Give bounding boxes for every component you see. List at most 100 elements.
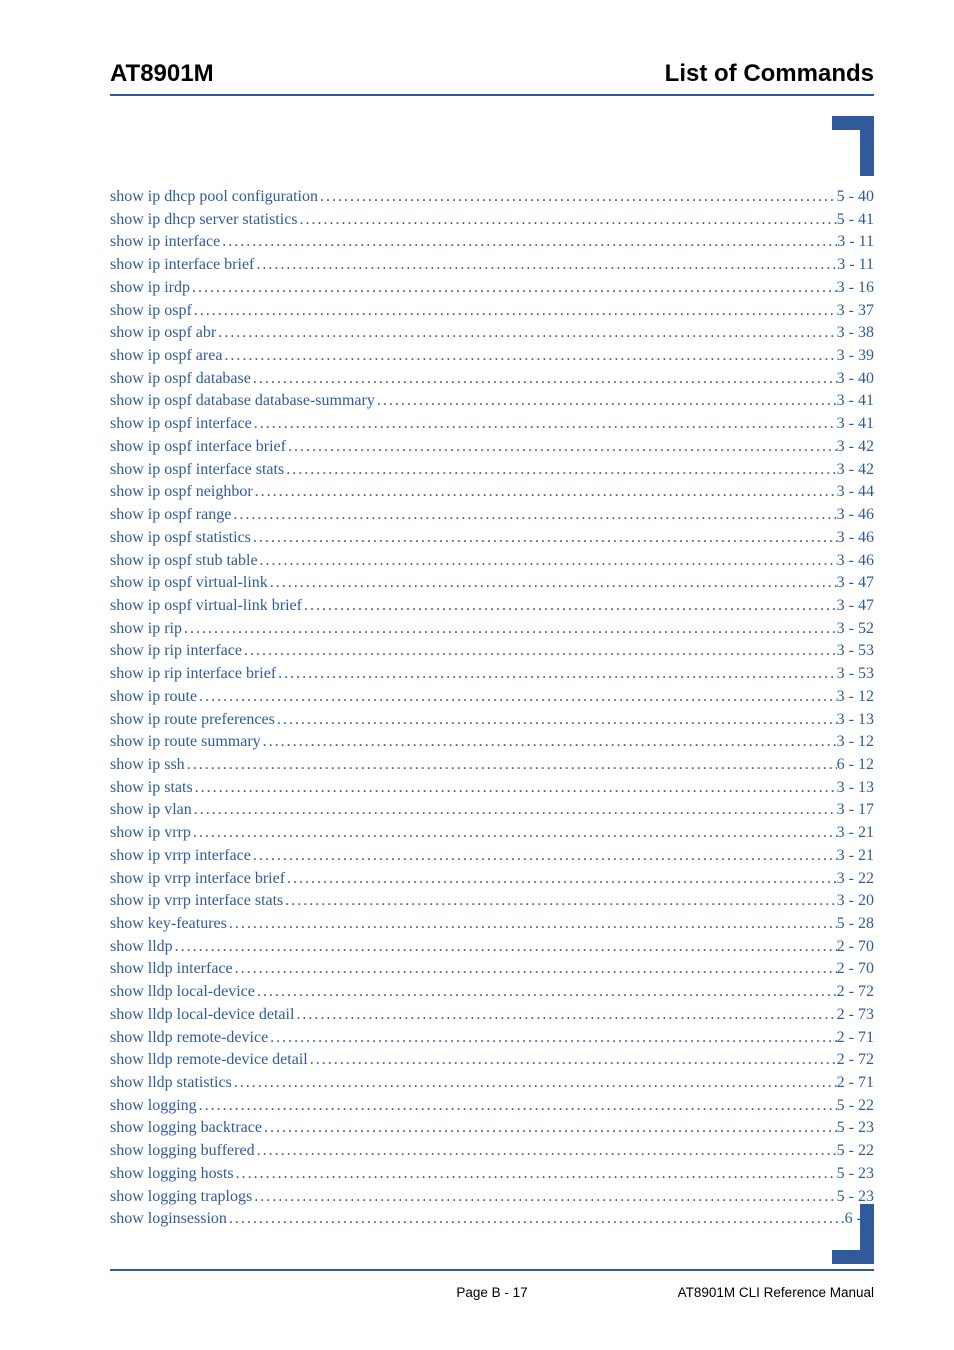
toc-entry-title[interactable]: show ip interface brief (110, 254, 254, 277)
toc-entry-page[interactable]: 3 - 16 (837, 277, 874, 300)
toc-entry-title[interactable]: show logging hosts (110, 1163, 234, 1186)
toc-entry-page[interactable]: 3 - 11 (837, 231, 874, 254)
toc-entry-title[interactable]: show ip vrrp interface stats (110, 890, 283, 913)
toc-entry-page[interactable]: 5 - 40 (837, 186, 874, 209)
toc-entry-title[interactable]: show ip route (110, 686, 197, 709)
toc-entry-title[interactable]: show lldp remote-device (110, 1027, 268, 1050)
toc-entry-title[interactable]: show ip stats (110, 777, 193, 800)
toc-entry-page[interactable]: 3 - 44 (837, 481, 874, 504)
toc-entry-page[interactable]: 2 - 71 (837, 1072, 874, 1095)
toc-entry-title[interactable]: show logging (110, 1095, 197, 1118)
toc-entry-title[interactable]: show ip dhcp pool configuration (110, 186, 318, 209)
toc-entry-page[interactable]: 3 - 21 (837, 845, 874, 868)
toc-entry-title[interactable]: show ip vrrp interface (110, 845, 251, 868)
toc-entry-page[interactable]: 3 - 42 (837, 436, 874, 459)
toc-entry-page[interactable]: 2 - 71 (837, 1027, 874, 1050)
toc-entry-page[interactable]: 5 - 22 (837, 1140, 874, 1163)
toc-entry-title[interactable]: show ip ospf interface brief (110, 436, 286, 459)
toc-entry-title[interactable]: show ip ospf stub table (110, 550, 258, 573)
toc-entry-page[interactable]: 3 - 38 (837, 322, 874, 345)
toc-entry-page[interactable]: 3 - 17 (837, 799, 874, 822)
toc-entry-page[interactable]: 2 - 70 (837, 958, 874, 981)
toc-entry-title[interactable]: show logging traplogs (110, 1186, 252, 1209)
toc-entry-page[interactable]: 3 - 42 (837, 459, 874, 482)
toc-leader-dots: ........................................… (222, 345, 836, 368)
toc-entry-title[interactable]: show ip ospf database database-summary (110, 390, 375, 413)
toc-entry-title[interactable]: show key-features (110, 913, 227, 936)
toc-entry-title[interactable]: show logging backtrace (110, 1117, 262, 1140)
toc-entry-page[interactable]: 3 - 40 (837, 368, 874, 391)
toc-entry-title[interactable]: show ip ospf area (110, 345, 222, 368)
toc-entry-page[interactable]: 3 - 47 (837, 595, 874, 618)
toc-entry-page[interactable]: 3 - 20 (837, 890, 874, 913)
toc-entry-title[interactable]: show ip ospf statistics (110, 527, 251, 550)
toc-row: show logging buffered ..................… (110, 1140, 874, 1163)
toc-entry-title[interactable]: show ip vrrp interface brief (110, 868, 285, 891)
toc-entry-page[interactable]: 3 - 46 (837, 527, 874, 550)
toc-entry-page[interactable]: 3 - 12 (837, 731, 874, 754)
toc-entry-title[interactable]: show ip route summary (110, 731, 261, 754)
toc-entry-title[interactable]: show ip dhcp server statistics (110, 209, 298, 232)
toc-entry-title[interactable]: show lldp local-device (110, 981, 255, 1004)
toc-entry-title[interactable]: show ip rip interface brief (110, 663, 276, 686)
toc-entry-page[interactable]: 3 - 22 (837, 868, 874, 891)
toc-entry-page[interactable]: 3 - 12 (837, 686, 874, 709)
toc-entry-title[interactable]: show ip ospf (110, 300, 192, 323)
toc-entry-title[interactable]: show ip interface (110, 231, 220, 254)
toc-entry-page[interactable]: 3 - 37 (837, 300, 874, 323)
toc-entry-title[interactable]: show ip ospf interface (110, 413, 252, 436)
toc-entry-page[interactable]: 3 - 52 (837, 618, 874, 641)
toc-entry-title[interactable]: show logging buffered (110, 1140, 255, 1163)
toc-entry-title[interactable]: show ip ospf range (110, 504, 231, 527)
toc-leader-dots: ........................................… (251, 527, 837, 550)
toc-entry-title[interactable]: show ip ospf abr (110, 322, 216, 345)
toc-row: show ip vrrp interface .................… (110, 845, 874, 868)
toc-entry-title[interactable]: show lldp interface (110, 958, 233, 981)
toc-entry-page[interactable]: 3 - 13 (837, 709, 874, 732)
toc-entry-page[interactable]: 3 - 39 (837, 345, 874, 368)
toc-entry-page[interactable]: 3 - 53 (837, 640, 874, 663)
toc-entry-page[interactable]: 3 - 46 (837, 504, 874, 527)
toc-entry-page[interactable]: 2 - 72 (837, 1049, 874, 1072)
toc-entry-title[interactable]: show ip rip interface (110, 640, 242, 663)
toc-row: show ip ospf neighbor ..................… (110, 481, 874, 504)
toc-entry-title[interactable]: show ip ssh (110, 754, 185, 777)
toc-entry-title[interactable]: show ip rip (110, 618, 182, 641)
toc-leader-dots: ........................................… (298, 209, 837, 232)
toc-entry-page[interactable]: 3 - 41 (837, 390, 874, 413)
toc-entry-title[interactable]: show lldp remote-device detail (110, 1049, 308, 1072)
toc-entry-title[interactable]: show ip ospf interface stats (110, 459, 284, 482)
toc-leader-dots: ........................................… (233, 958, 837, 981)
toc-entry-page[interactable]: 2 - 72 (837, 981, 874, 1004)
toc-entry-title[interactable]: show ip route preferences (110, 709, 275, 732)
toc-entry-page[interactable]: 3 - 21 (837, 822, 874, 845)
toc-entry-title[interactable]: show ip ospf database (110, 368, 251, 391)
toc-entry-title[interactable]: show ip vrrp (110, 822, 191, 845)
toc-entry-page[interactable]: 3 - 53 (837, 663, 874, 686)
toc-entry-title[interactable]: show ip ospf neighbor (110, 481, 253, 504)
toc-entry-page[interactable]: 6 - 12 (837, 754, 874, 777)
toc-entry-title[interactable]: show ip vlan (110, 799, 192, 822)
toc-entry-page[interactable]: 5 - 41 (837, 209, 874, 232)
toc-entry-page[interactable]: 5 - 22 (837, 1095, 874, 1118)
toc-entry-title[interactable]: show ip irdp (110, 277, 190, 300)
toc-entry-page[interactable]: 5 - 23 (837, 1117, 874, 1140)
toc-entry-page[interactable]: 5 - 28 (837, 913, 874, 936)
toc-entry-title[interactable]: show loginsession (110, 1208, 227, 1231)
toc-entry-page[interactable]: 5 - 23 (837, 1163, 874, 1186)
toc-entry-title[interactable]: show ip ospf virtual-link (110, 572, 268, 595)
toc-entry-page[interactable]: 3 - 47 (837, 572, 874, 595)
toc-leader-dots: ........................................… (216, 322, 836, 345)
toc-entry-title[interactable]: show lldp (110, 936, 173, 959)
toc-entry-title[interactable]: show lldp statistics (110, 1072, 232, 1095)
toc-entry-page[interactable]: 3 - 41 (837, 413, 874, 436)
toc-entry-page[interactable]: 2 - 70 (837, 936, 874, 959)
toc-leader-dots: ........................................… (302, 595, 837, 618)
toc-entry-title[interactable]: show lldp local-device detail (110, 1004, 294, 1027)
toc-entry-page[interactable]: 2 - 73 (837, 1004, 874, 1027)
toc-row: show ip rip ............................… (110, 618, 874, 641)
toc-entry-title[interactable]: show ip ospf virtual-link brief (110, 595, 302, 618)
toc-entry-page[interactable]: 3 - 13 (837, 777, 874, 800)
toc-entry-page[interactable]: 3 - 46 (837, 550, 874, 573)
toc-entry-page[interactable]: 3 - 11 (837, 254, 874, 277)
